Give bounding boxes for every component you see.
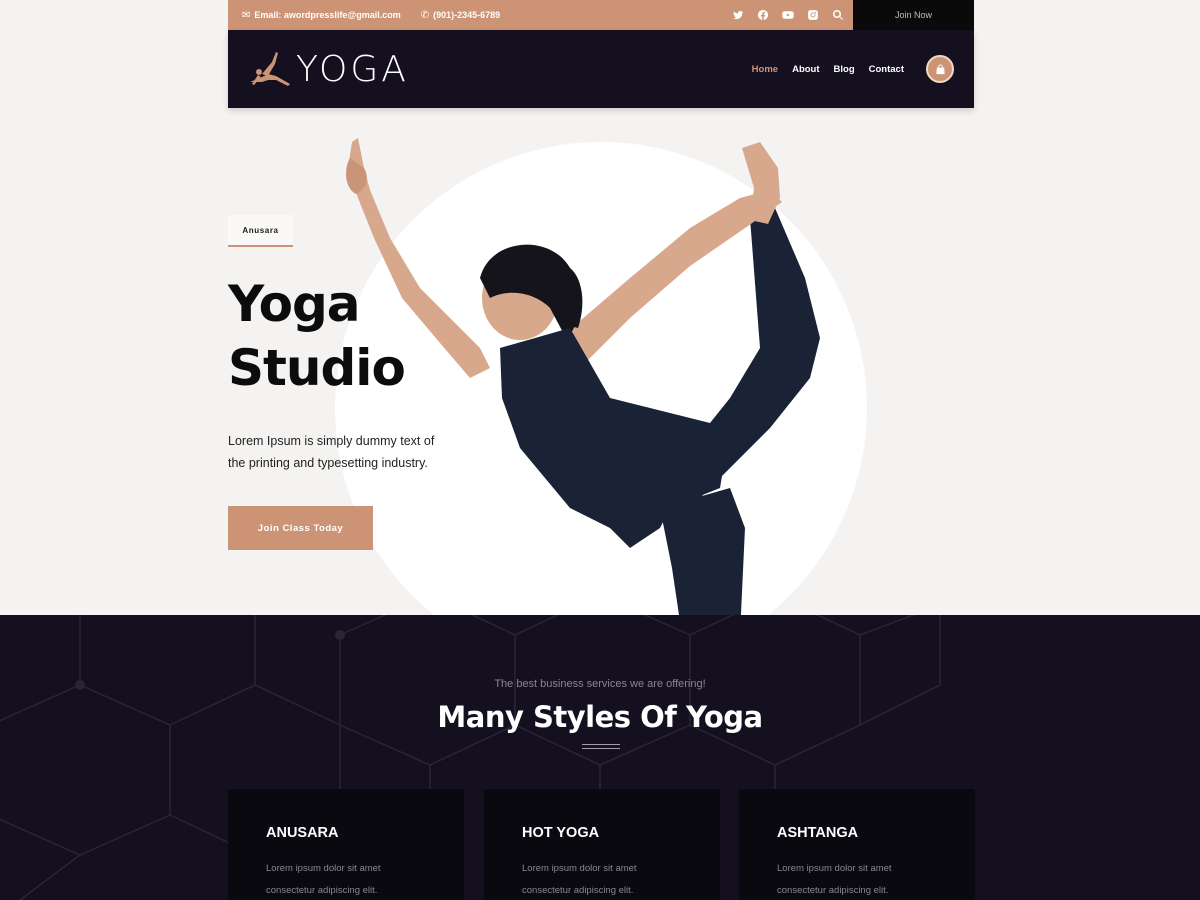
join-now-button[interactable]: Join Now [853,0,974,30]
nav-blog[interactable]: Blog [834,64,855,75]
top-bar: ✉ Email: awordpresslife@gmail.com ✆ (901… [228,0,974,30]
shopping-bag-icon [935,63,945,74]
card-text: Lorem ipsum dolor sit amet consectetur a… [522,863,637,896]
title-divider [582,744,620,749]
site-logo[interactable]: YOGA [246,48,409,90]
hero-title-line1: Yoga [228,275,360,333]
card-text: Lorem ipsum dolor sit amet consectetur a… [777,863,892,896]
logo-text: YOGA [296,48,409,90]
cart-button[interactable] [926,55,954,83]
services-title: Many Styles Of Yoga [437,700,763,734]
phone-text: (901)-2345-6789 [433,10,501,20]
instagram-icon[interactable] [806,8,820,22]
join-class-button[interactable]: Join Class Today [228,506,373,550]
hero-title-line2: Studio [228,339,406,397]
hero-description: Lorem Ipsum is simply dummy text of the … [228,434,435,470]
envelope-icon: ✉ [242,9,251,21]
services-subtitle: The best business services we are offeri… [494,678,706,690]
search-icon[interactable] [831,8,845,22]
nav-home[interactable]: Home [752,64,778,75]
card-title: ANUSARA [266,825,339,841]
service-card-ashtanga[interactable]: ASHTANGA Lorem ipsum dolor sit amet cons… [739,789,975,900]
email-text: Email: awordpresslife@gmail.com [254,10,401,20]
facebook-icon[interactable] [756,8,770,22]
main-nav: Home About Blog Contact [752,55,954,83]
card-title: ASHTANGA [777,825,859,841]
phone-contact[interactable]: ✆ (901)-2345-6789 [421,10,500,21]
card-title: HOT YOGA [522,825,600,841]
nav-contact[interactable]: Contact [869,64,904,75]
yoga-pose-logo-icon [250,52,290,86]
main-header: YOGA Home About Blog Contact [228,30,974,108]
service-card-anusara[interactable]: ANUSARA Lorem ipsum dolor sit amet conse… [228,789,464,900]
email-contact[interactable]: ✉ Email: awordpresslife@gmail.com [242,10,401,21]
hero-yoga-woman-image [346,138,820,615]
contact-strip: ✉ Email: awordpresslife@gmail.com ✆ (901… [228,0,853,30]
youtube-icon[interactable] [781,8,795,22]
hero-title: Yoga Studio [228,272,406,400]
social-links [731,8,853,22]
card-text: Lorem ipsum dolor sit amet consectetur a… [266,863,381,896]
twitter-icon[interactable] [731,8,745,22]
phone-icon: ✆ [420,9,430,21]
nav-about[interactable]: About [792,64,819,75]
hero-image-area [0,108,1200,615]
service-card-hot-yoga[interactable]: HOT YOGA Lorem ipsum dolor sit amet cons… [484,789,720,900]
services-section: The best business services we are offeri… [0,615,1200,900]
hero-tag: Anusara [228,215,293,247]
